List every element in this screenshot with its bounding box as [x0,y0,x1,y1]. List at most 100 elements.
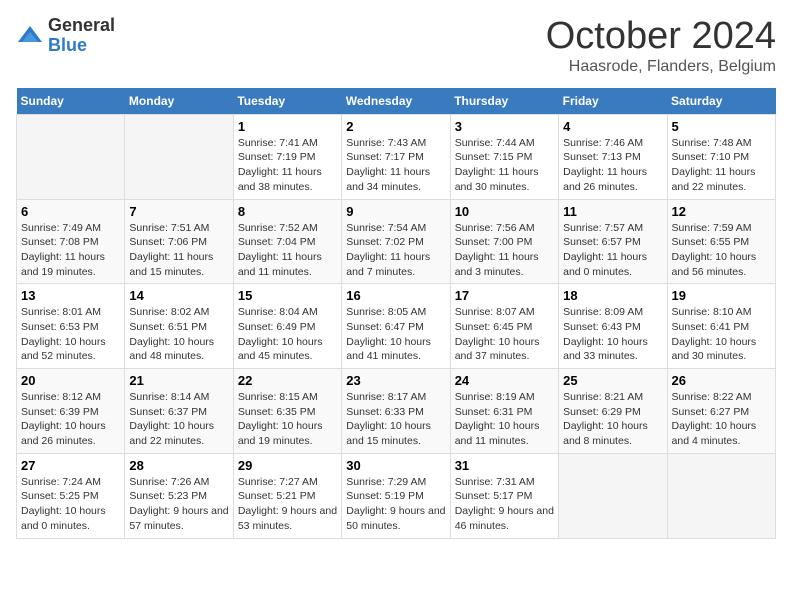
calendar-cell: 15 Sunrise: 8:04 AMSunset: 6:49 PMDayligh… [233,284,341,369]
day-number: 30 [346,458,445,473]
calendar-cell: 30 Sunrise: 7:29 AMSunset: 5:19 PMDayligh… [342,453,450,538]
column-header-wednesday: Wednesday [342,88,450,115]
day-number: 24 [455,373,554,388]
calendar-cell [667,453,775,538]
column-header-monday: Monday [125,88,233,115]
day-info: Sunrise: 8:19 AMSunset: 6:31 PMDaylight:… [455,390,554,449]
logo-text: General Blue [48,16,115,56]
day-number: 31 [455,458,554,473]
day-info: Sunrise: 8:12 AMSunset: 6:39 PMDaylight:… [21,390,120,449]
calendar-cell: 2 Sunrise: 7:43 AMSunset: 7:17 PMDaylight… [342,114,450,199]
day-info: Sunrise: 8:21 AMSunset: 6:29 PMDaylight:… [563,390,662,449]
day-info: Sunrise: 8:07 AMSunset: 6:45 PMDaylight:… [455,305,554,364]
logo-icon [16,22,44,50]
calendar-cell: 29 Sunrise: 7:27 AMSunset: 5:21 PMDayligh… [233,453,341,538]
day-number: 26 [672,373,771,388]
day-info: Sunrise: 8:09 AMSunset: 6:43 PMDaylight:… [563,305,662,364]
day-info: Sunrise: 7:56 AMSunset: 7:00 PMDaylight:… [455,221,554,280]
day-number: 14 [129,288,228,303]
calendar-cell: 25 Sunrise: 8:21 AMSunset: 6:29 PMDayligh… [559,369,667,454]
calendar-cell [125,114,233,199]
day-info: Sunrise: 8:04 AMSunset: 6:49 PMDaylight:… [238,305,337,364]
day-info: Sunrise: 8:02 AMSunset: 6:51 PMDaylight:… [129,305,228,364]
day-info: Sunrise: 7:26 AMSunset: 5:23 PMDaylight:… [129,475,228,534]
calendar-cell: 10 Sunrise: 7:56 AMSunset: 7:00 PMDayligh… [450,199,558,284]
calendar-cell: 27Sunrise: 7:24 AMSunset: 5:25 PMDayligh… [17,453,125,538]
title-block: October 2024 Haasrode, Flanders, Belgium [546,16,776,76]
calendar-week-row: 27Sunrise: 7:24 AMSunset: 5:25 PMDayligh… [17,453,776,538]
calendar-cell: 31 Sunrise: 7:31 AMSunset: 5:17 PMDayligh… [450,453,558,538]
day-number: 10 [455,204,554,219]
day-info: Sunrise: 8:14 AMSunset: 6:37 PMDaylight:… [129,390,228,449]
day-number: 25 [563,373,662,388]
calendar-cell: 5 Sunrise: 7:48 AMSunset: 7:10 PMDaylight… [667,114,775,199]
column-header-friday: Friday [559,88,667,115]
day-number: 28 [129,458,228,473]
day-info: Sunrise: 7:43 AMSunset: 7:17 PMDaylight:… [346,136,445,195]
day-number: 11 [563,204,662,219]
calendar-cell: 12Sunrise: 7:59 AMSunset: 6:55 PMDayligh… [667,199,775,284]
column-header-thursday: Thursday [450,88,558,115]
day-number: 17 [455,288,554,303]
day-info: Sunrise: 7:54 AMSunset: 7:02 PMDaylight:… [346,221,445,280]
day-info: Sunrise: 8:22 AMSunset: 6:27 PMDaylight:… [672,390,771,449]
calendar-cell: 14 Sunrise: 8:02 AMSunset: 6:51 PMDayligh… [125,284,233,369]
day-info: Sunrise: 7:31 AMSunset: 5:17 PMDaylight:… [455,475,554,534]
day-number: 2 [346,119,445,134]
day-number: 18 [563,288,662,303]
day-number: 21 [129,373,228,388]
day-info: Sunrise: 8:15 AMSunset: 6:35 PMDaylight:… [238,390,337,449]
day-number: 1 [238,119,337,134]
calendar-cell: 16 Sunrise: 8:05 AMSunset: 6:47 PMDayligh… [342,284,450,369]
day-info: Sunrise: 7:52 AMSunset: 7:04 PMDaylight:… [238,221,337,280]
calendar-cell: 7 Sunrise: 7:51 AMSunset: 7:06 PMDaylight… [125,199,233,284]
day-info: Sunrise: 7:41 AMSunset: 7:19 PMDaylight:… [238,136,337,195]
day-info: Sunrise: 7:27 AMSunset: 5:21 PMDaylight:… [238,475,337,534]
day-info: Sunrise: 7:48 AMSunset: 7:10 PMDaylight:… [672,136,771,195]
location: Haasrode, Flanders, Belgium [546,58,776,76]
day-info: Sunrise: 8:17 AMSunset: 6:33 PMDaylight:… [346,390,445,449]
day-number: 13 [21,288,120,303]
day-number: 6 [21,204,120,219]
day-info: Sunrise: 7:29 AMSunset: 5:19 PMDaylight:… [346,475,445,534]
calendar-week-row: 6 Sunrise: 7:49 AMSunset: 7:08 PMDaylight… [17,199,776,284]
calendar-table: SundayMondayTuesdayWednesdayThursdayFrid… [16,88,776,539]
month-title: October 2024 [546,16,776,58]
day-number: 4 [563,119,662,134]
day-number: 19 [672,288,771,303]
day-number: 9 [346,204,445,219]
calendar-cell: 9 Sunrise: 7:54 AMSunset: 7:02 PMDaylight… [342,199,450,284]
day-number: 29 [238,458,337,473]
day-info: Sunrise: 7:44 AMSunset: 7:15 PMDaylight:… [455,136,554,195]
day-info: Sunrise: 7:51 AMSunset: 7:06 PMDaylight:… [129,221,228,280]
day-number: 20 [21,373,120,388]
calendar-week-row: 13Sunrise: 8:01 AMSunset: 6:53 PMDayligh… [17,284,776,369]
calendar-week-row: 1 Sunrise: 7:41 AMSunset: 7:19 PMDaylight… [17,114,776,199]
calendar-cell: 8 Sunrise: 7:52 AMSunset: 7:04 PMDaylight… [233,199,341,284]
calendar-cell [17,114,125,199]
day-number: 15 [238,288,337,303]
calendar-cell: 28 Sunrise: 7:26 AMSunset: 5:23 PMDayligh… [125,453,233,538]
calendar-cell: 19 Sunrise: 8:10 AMSunset: 6:41 PMDayligh… [667,284,775,369]
day-number: 8 [238,204,337,219]
day-info: Sunrise: 8:10 AMSunset: 6:41 PMDaylight:… [672,305,771,364]
day-number: 3 [455,119,554,134]
day-number: 5 [672,119,771,134]
day-number: 7 [129,204,228,219]
calendar-cell [559,453,667,538]
calendar-week-row: 20 Sunrise: 8:12 AMSunset: 6:39 PMDayligh… [17,369,776,454]
day-info: Sunrise: 7:59 AMSunset: 6:55 PMDaylight:… [672,221,771,280]
day-info: Sunrise: 8:05 AMSunset: 6:47 PMDaylight:… [346,305,445,364]
calendar-cell: 1 Sunrise: 7:41 AMSunset: 7:19 PMDaylight… [233,114,341,199]
day-number: 16 [346,288,445,303]
day-number: 22 [238,373,337,388]
day-info: Sunrise: 7:49 AMSunset: 7:08 PMDaylight:… [21,221,120,280]
calendar-cell: 11Sunrise: 7:57 AMSunset: 6:57 PMDayligh… [559,199,667,284]
calendar-cell: 24 Sunrise: 8:19 AMSunset: 6:31 PMDayligh… [450,369,558,454]
day-info: Sunrise: 7:46 AMSunset: 7:13 PMDaylight:… [563,136,662,195]
calendar-cell: 18 Sunrise: 8:09 AMSunset: 6:43 PMDayligh… [559,284,667,369]
calendar-header-row: SundayMondayTuesdayWednesdayThursdayFrid… [17,88,776,115]
column-header-tuesday: Tuesday [233,88,341,115]
logo: General Blue [16,16,115,56]
calendar-cell: 6 Sunrise: 7:49 AMSunset: 7:08 PMDaylight… [17,199,125,284]
